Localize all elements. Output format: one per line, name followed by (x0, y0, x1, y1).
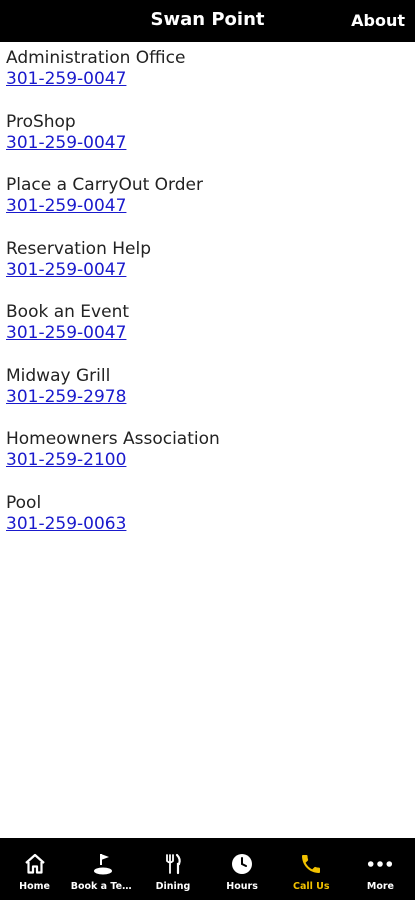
contact-name: Homeowners Association (6, 429, 220, 449)
contact-name: Reservation Help (6, 238, 152, 259)
clock-icon (229, 851, 255, 877)
more-icon (367, 851, 393, 877)
golf-icon (91, 851, 117, 877)
list-item: Homeowners Association 301-259-2100 (6, 429, 409, 493)
home-icon (22, 851, 48, 877)
fork-knife-icon (160, 851, 186, 877)
phone-link[interactable]: 301-259-0047 (6, 323, 126, 344)
tab-label: Book a Tee ... (70, 881, 137, 892)
list-item: Administration Office 301-259-0047 (6, 48, 409, 112)
tab-home[interactable]: Home (0, 838, 69, 900)
tab-label: Dining (155, 881, 191, 892)
contact-name: Pool (6, 492, 42, 513)
contact-name: Midway Grill (6, 365, 111, 386)
phone-link[interactable]: 301-259-2100 (6, 450, 126, 471)
list-item: Reservation Help 301-259-0047 (6, 239, 409, 303)
list-item: ProShop 301-259-0047 (6, 112, 409, 176)
contact-name: ProShop (6, 111, 76, 132)
list-item: Place a CarryOut Order 301-259-0047 (6, 175, 409, 239)
phone-link[interactable]: 301-259-0047 (6, 196, 126, 217)
list-item: Pool 301-259-0063 (6, 493, 409, 557)
app-header: Swan Point About (0, 0, 415, 42)
tab-label: More (366, 881, 394, 892)
about-button[interactable]: About (351, 11, 405, 30)
list-item: Book an Event 301-259-0047 (6, 302, 409, 366)
tab-label: Call Us (292, 881, 330, 892)
tab-label: Hours (226, 881, 258, 892)
tab-book-tee-time[interactable]: Book a Tee ... (69, 838, 138, 900)
contact-name: Book an Event (6, 302, 130, 322)
contact-list: Administration Office 301-259-0047 ProSh… (6, 48, 409, 556)
phone-link[interactable]: 301-259-2978 (6, 387, 126, 408)
tab-dining[interactable]: Dining (138, 838, 207, 900)
list-item: Midway Grill 301-259-2978 (6, 366, 409, 430)
phone-icon (298, 851, 324, 877)
tab-hours[interactable]: Hours (208, 838, 277, 900)
phone-link[interactable]: 301-259-0063 (6, 514, 126, 535)
tab-label: Home (19, 881, 50, 892)
phone-link[interactable]: 301-259-0047 (6, 260, 126, 281)
phone-link[interactable]: 301-259-0047 (6, 133, 126, 154)
tab-more[interactable]: More (346, 838, 415, 900)
tab-call-us[interactable]: Call Us (277, 838, 346, 900)
bottom-tab-bar: Home Book a Tee ... Dining Hours Call Us… (0, 838, 415, 900)
phone-link[interactable]: 301-259-0047 (6, 69, 126, 90)
contact-name: Administration Office (6, 48, 186, 68)
contact-name: Place a CarryOut Order (6, 175, 203, 195)
